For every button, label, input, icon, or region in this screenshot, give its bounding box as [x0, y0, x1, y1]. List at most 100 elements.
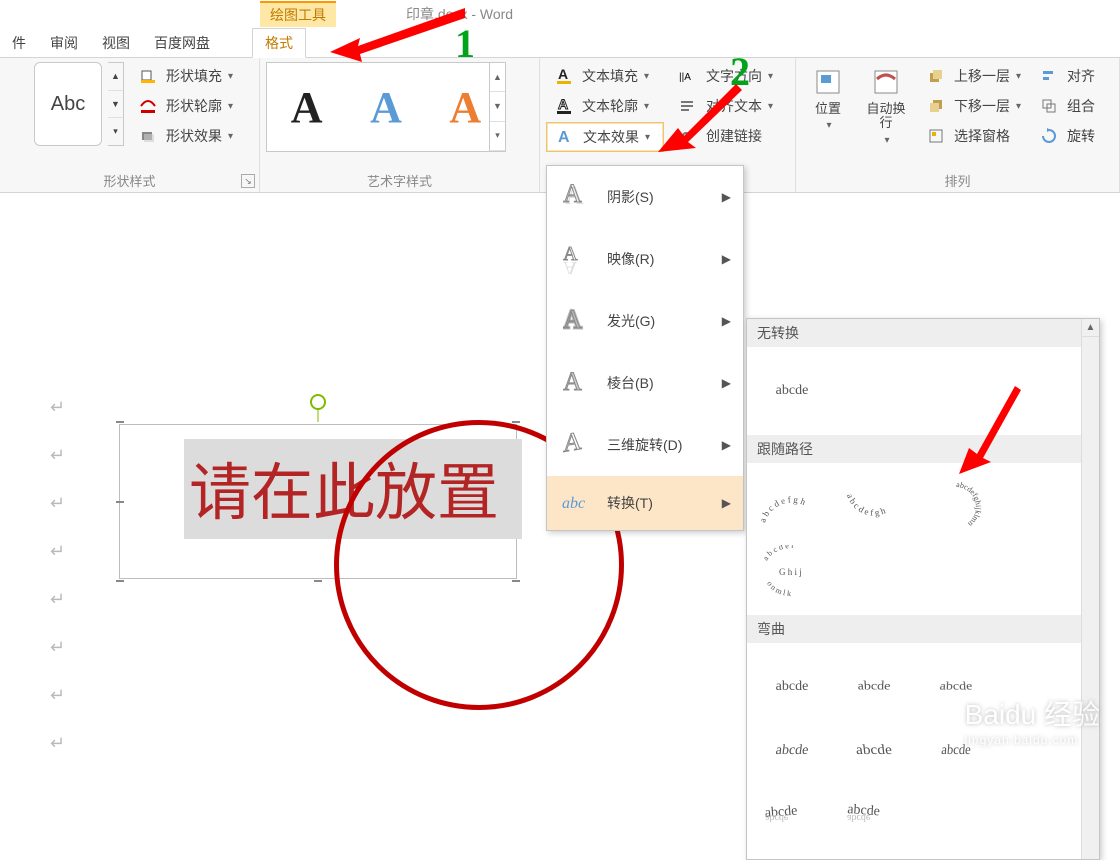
transform-thumb-warp-1[interactable]: abcde [757, 661, 827, 713]
link-icon [674, 124, 702, 148]
scroll-up-icon[interactable]: ▲ [1082, 319, 1099, 337]
align-text-button[interactable]: 对齐文本▾ [670, 92, 788, 120]
text-outline-button[interactable]: A 文本轮廓▾ [546, 92, 664, 120]
wordart-sample-2[interactable]: A [370, 82, 402, 133]
tab-format[interactable]: 格式 [252, 28, 306, 58]
scroll-up-icon[interactable]: ▲ [490, 63, 505, 92]
paragraph-mark: ↵ [50, 541, 65, 562]
create-link-button[interactable]: 创建链接 [670, 122, 788, 150]
bring-forward-label: 上移一层 [954, 66, 1010, 86]
shape-gallery-scroll[interactable]: ▲ ▼ ▾ [108, 62, 124, 146]
transform-thumb-circle[interactable]: abcdefghijklmn [921, 481, 991, 533]
transform-panel-scrollbar[interactable]: ▲ [1081, 319, 1099, 859]
transform-thumb-warp-2[interactable]: abcde [832, 660, 916, 706]
align-icon [1035, 64, 1063, 88]
tab-file-frag[interactable]: 件 [0, 29, 38, 57]
group-button[interactable]: 组合 [1031, 92, 1099, 120]
wrap-text-button[interactable]: 自动换行 ▾ [860, 62, 912, 167]
transform-header-follow-path: 跟随路径 [747, 435, 1099, 463]
shape-style-gallery[interactable]: Abc [34, 62, 102, 146]
rotate-label: 旋转 [1067, 126, 1095, 146]
title-bar: 绘图工具 印章.docx - Word [0, 0, 1120, 28]
transform-thumb-warp-6[interactable]: abcde [922, 725, 990, 777]
shape-format-column: 形状填充▾ 形状轮廓▾ 形状效果▾ [130, 62, 237, 167]
scroll-down-icon[interactable]: ▼ [108, 91, 123, 119]
resize-handle[interactable] [512, 421, 520, 423]
transform-thumb-arch-up[interactable]: a b c d e f g h [757, 481, 827, 533]
transform-thumb-none[interactable]: abcde [757, 365, 827, 417]
rotate-handle[interactable] [310, 394, 326, 410]
text-fill-label: 文本填充 [582, 66, 638, 86]
position-button[interactable]: 位置 ▾ [802, 62, 854, 167]
group-wordart-styles: A A A ▲ ▼ ▾ 艺术字样式 [260, 58, 540, 192]
group-shape-styles: Abc ▲ ▼ ▾ 形状填充▾ 形状轮廓▾ 形状效果▾ [0, 58, 260, 192]
wordart-sample-3[interactable]: A [449, 82, 481, 133]
group-label-btn: 组合 [1067, 96, 1095, 116]
shape-fill-button[interactable]: 形状填充▾ [130, 62, 237, 90]
tab-view[interactable]: 视图 [90, 29, 142, 57]
scroll-more-icon[interactable]: ▾ [108, 118, 123, 145]
wordart-sample-1[interactable]: A [291, 82, 323, 133]
transform-thumb-warp-5[interactable]: abcde [832, 725, 915, 777]
text-direction-button[interactable]: ||A 文字方向▾ [670, 62, 788, 90]
submenu-arrow-icon: ▶ [722, 438, 731, 452]
selection-pane-button[interactable]: 选择窗格 [918, 122, 1025, 150]
menu-item-bevel[interactable]: A 棱台(B) ▶ [547, 352, 743, 414]
transform-thumb-arch-down[interactable]: a b c d e f g h [839, 481, 909, 533]
tab-review[interactable]: 审阅 [38, 29, 90, 57]
shape-outline-button[interactable]: 形状轮廓▾ [130, 92, 237, 120]
svg-text:||A: ||A [679, 72, 691, 83]
annotation-number-1: 1 [455, 20, 475, 67]
svg-text:A: A [558, 97, 568, 112]
menu-item-3d-rotation[interactable]: A 三维旋转(D) ▶ [547, 414, 743, 476]
wordart-gallery-scroll[interactable]: ▲ ▼ ▾ [489, 63, 505, 151]
svg-text:abcdefghijklmn: abcdefghijklmn [956, 481, 983, 529]
caret-icon: ▾ [226, 101, 233, 112]
resize-handle[interactable] [314, 580, 322, 582]
resize-handle[interactable] [116, 580, 124, 582]
group-arrange: 位置 ▾ 自动换行 ▾ 上移一层▾ 下移一层▾ 选择窗格 [796, 58, 1120, 192]
svg-text:A: A [563, 430, 582, 458]
transform-thumb-warp-4[interactable]: abcde [753, 725, 830, 777]
transform-thumb-warp-7[interactable]: abcdeabcde [757, 789, 827, 841]
resize-handle[interactable] [116, 501, 124, 503]
tab-baidu-netdisk[interactable]: 百度网盘 [142, 29, 222, 57]
arrange-align-column: 对齐 组合 旋转 [1031, 62, 1099, 167]
svg-text:abcde: abcde [847, 812, 871, 823]
caret-icon: ▾ [824, 120, 831, 131]
rotate-icon [1035, 124, 1063, 148]
menu-item-transform[interactable]: abc 转换(T) ▶ [547, 476, 743, 530]
menu-item-reflection[interactable]: AA 映像(R) ▶ [547, 228, 743, 290]
wrap-text-label: 自动换行 [862, 102, 910, 131]
scroll-more-icon[interactable]: ▾ [490, 122, 505, 151]
menu-bevel-label: 棱台(B) [607, 373, 708, 393]
dialog-launcher-shape[interactable]: ↘ [241, 174, 255, 188]
submenu-arrow-icon: ▶ [722, 252, 731, 266]
caret-icon: ▾ [1014, 101, 1021, 112]
create-link-label: 创建链接 [706, 126, 762, 146]
transform-icon: abc [561, 492, 593, 514]
submenu-arrow-icon: ▶ [722, 376, 731, 390]
text-fill-button[interactable]: A 文本填充▾ [546, 62, 664, 90]
resize-handle[interactable] [116, 421, 124, 423]
transform-gallery-panel: ▲ 无转换 abcde 跟随路径 a b c d e f g h a b c d… [746, 318, 1100, 860]
menu-item-glow[interactable]: AA 发光(G) ▶ [547, 290, 743, 352]
paragraph-mark: ↵ [50, 589, 65, 610]
transform-thumb-warp-8[interactable]: abcdeabcde [839, 789, 909, 841]
selection-pane-icon [922, 124, 950, 148]
caret-icon: ▾ [766, 101, 773, 112]
scroll-down-icon[interactable]: ▼ [490, 92, 505, 121]
text-effects-button[interactable]: A 文本效果▾ [546, 122, 664, 152]
wordart-style-gallery[interactable]: A A A ▲ ▼ ▾ [266, 62, 506, 152]
scroll-up-icon[interactable]: ▲ [108, 63, 123, 91]
align-button[interactable]: 对齐 [1031, 62, 1099, 90]
shape-effects-button[interactable]: 形状效果▾ [130, 122, 237, 150]
menu-item-shadow[interactable]: AA 阴影(S) ▶ [547, 166, 743, 228]
transform-thumb-warp-3[interactable]: abcde [914, 668, 998, 714]
transform-thumb-button[interactable]: a b c d e fG h i jo n m l k [757, 545, 827, 597]
text-fill-icon: A [550, 64, 578, 88]
send-backward-button[interactable]: 下移一层▾ [918, 92, 1025, 120]
rotate-button[interactable]: 旋转 [1031, 122, 1099, 150]
bring-forward-button[interactable]: 上移一层▾ [918, 62, 1025, 90]
svg-text:A: A [563, 306, 582, 334]
